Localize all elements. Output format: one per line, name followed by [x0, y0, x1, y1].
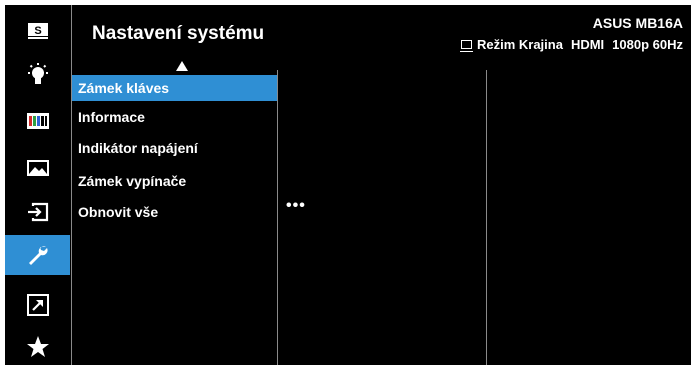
menu-item-key-lock[interactable]: Zámek kláves — [72, 75, 277, 101]
sidebar-item-splendid[interactable]: S — [5, 11, 70, 51]
scroll-up-arrow-icon[interactable] — [176, 61, 188, 71]
input-select-icon — [27, 202, 48, 222]
sidebar-item-image[interactable] — [5, 148, 70, 188]
color-bars-icon — [26, 113, 49, 129]
status-line: Režim Krajina HDMI 1080p 60Hz — [459, 37, 683, 52]
menu-item-information[interactable]: Informace — [72, 103, 277, 131]
column-divider-1 — [277, 70, 278, 365]
osd-menu: S Nastavení systému ASUS MB16A Režim Kra… — [5, 5, 691, 365]
sidebar: S — [5, 5, 70, 365]
page-title: Nastavení systému — [92, 23, 265, 44]
sidebar-item-shortcut[interactable] — [5, 285, 70, 325]
shortcut-arrow-icon — [26, 294, 49, 316]
orientation-mode: Režim Krajina — [459, 37, 563, 52]
sidebar-item-blue-light[interactable] — [5, 55, 70, 95]
star-icon — [26, 336, 49, 357]
sidebar-item-system-setup[interactable] — [5, 235, 70, 275]
sidebar-item-color[interactable] — [5, 101, 70, 141]
wrench-icon — [28, 246, 48, 265]
blue-light-filter-icon — [27, 63, 48, 84]
sidebar-item-favorite[interactable] — [5, 327, 70, 367]
image-icon — [26, 160, 49, 176]
svg-text:S: S — [34, 25, 41, 37]
menu-item-power-indicator[interactable]: Indikátor napájení — [72, 134, 277, 162]
menu-item-power-key-lock[interactable]: Zámek vypínače — [72, 167, 277, 195]
system-setup-menu: Zámek kláves Informace Indikátor napájen… — [72, 75, 277, 226]
resolution: 1080p 60Hz — [612, 37, 683, 52]
column-divider-2 — [486, 70, 487, 365]
sidebar-item-input[interactable] — [5, 192, 70, 232]
input-source: HDMI — [570, 37, 605, 52]
orientation-mode-label: Režim Krajina — [476, 37, 563, 52]
menu-item-reset-all[interactable]: Obnovit vše — [72, 198, 277, 226]
monitor-model: ASUS MB16A — [592, 15, 683, 31]
landscape-mode-icon — [459, 40, 473, 52]
splendid-s-icon: S — [27, 23, 48, 39]
submenu-more: ••• — [286, 197, 306, 214]
